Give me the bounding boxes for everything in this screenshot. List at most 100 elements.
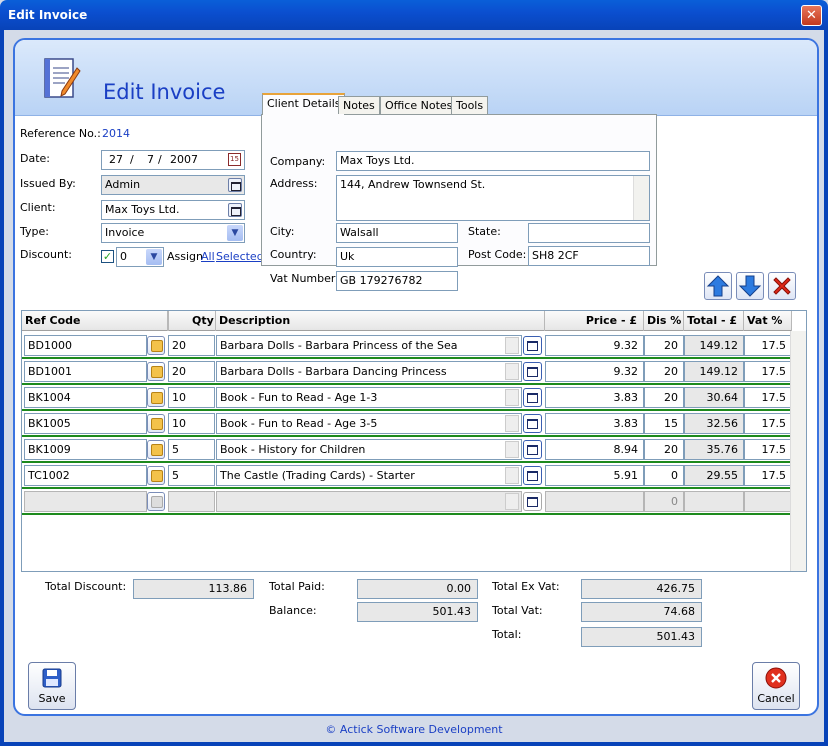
product-lookup-icon[interactable] [147,492,165,511]
vat-cell[interactable]: 17.5 [744,335,792,356]
col-ref-code[interactable]: Ref Code [22,311,168,331]
chevron-down-icon[interactable]: ▼ [146,249,162,265]
assign-selected-link[interactable]: Selected [216,250,264,263]
tab-notes[interactable]: Notes [338,96,380,114]
description-edit-icon[interactable] [523,388,542,407]
price-cell[interactable]: 9.32 [545,335,644,356]
window-close-button[interactable]: ✕ [801,5,822,26]
vat-cell[interactable]: 17.5 [744,387,792,408]
table-row[interactable]: BK1009 5 Book - History for Children 8.94 20… [22,437,792,463]
table-row[interactable]: BK1005 10 Book - Fun to Read - Age 3-5 3.83… [22,411,792,437]
ref-code-cell[interactable]: TC1002 [24,465,147,486]
vat-cell[interactable]: 17.5 [744,465,792,486]
delete-row-button[interactable] [768,272,796,300]
qty-cell[interactable]: 20 [168,335,215,356]
table-row[interactable]: TC1002 5 The Castle (Trading Cards) - Star… [22,463,792,489]
calendar-icon[interactable]: 15 [228,153,241,166]
save-button[interactable]: Save [28,662,76,710]
price-cell[interactable]: 5.91 [545,465,644,486]
discount-cell[interactable]: 20 [644,335,684,356]
table-row[interactable]: BD1000 20 Barbara Dolls - Barbara Princess… [22,333,792,359]
discount-cell[interactable]: 20 [644,387,684,408]
client-field[interactable]: Max Toys Ltd. [101,200,245,220]
qty-cell[interactable]: 10 [168,387,215,408]
qty-cell[interactable]: 20 [168,361,215,382]
vat-cell[interactable]: 17.5 [744,413,792,434]
qty-cell[interactable]: 5 [168,465,215,486]
description-spinner[interactable] [505,467,519,484]
date-month[interactable]: 7 [147,151,154,169]
assign-all-link[interactable]: All [201,250,215,263]
move-up-button[interactable] [704,272,732,300]
vat-cell[interactable]: 17.5 [744,361,792,382]
discount-cell[interactable]: 20 [644,361,684,382]
ref-code-cell[interactable]: BD1001 [24,361,147,382]
col-price[interactable]: Price - £ [545,311,644,331]
product-lookup-icon[interactable] [147,388,165,407]
col-qty[interactable]: Qty [168,311,216,331]
date-day[interactable]: 27 [109,151,123,169]
description-edit-icon[interactable] [523,492,542,511]
cancel-button[interactable]: Cancel [752,662,800,710]
tab-tools[interactable]: Tools [451,96,489,114]
discount-cell[interactable]: 0 [644,465,684,486]
description-spinner[interactable] [505,389,519,406]
description-cell[interactable]: Book - Fun to Read - Age 1-3 [216,387,522,408]
discount-select[interactable]: 0 ▼ [116,247,164,267]
qty-cell[interactable] [168,491,215,512]
product-lookup-icon[interactable] [147,440,165,459]
col-total[interactable]: Total - £ [684,311,744,331]
description-cell[interactable]: Book - Fun to Read - Age 3-5 [216,413,522,434]
table-row[interactable]: 0 [22,489,792,515]
description-edit-icon[interactable] [523,440,542,459]
discount-checkbox[interactable]: ✓ [101,250,114,263]
company-field[interactable]: Max Toys Ltd. [336,151,650,171]
description-cell[interactable]: Barbara Dolls - Barbara Princess of the … [216,335,522,356]
issued-by-lookup-button[interactable] [228,178,242,192]
grid-vertical-scrollbar[interactable] [790,331,806,571]
discount-cell[interactable]: 20 [644,439,684,460]
price-cell[interactable]: 8.94 [545,439,644,460]
qty-cell[interactable]: 5 [168,439,215,460]
move-down-button[interactable] [736,272,764,300]
description-spinner[interactable] [505,363,519,380]
description-edit-icon[interactable] [523,362,542,381]
ref-code-cell[interactable] [24,491,147,512]
description-spinner[interactable] [505,337,519,354]
product-lookup-icon[interactable] [147,466,165,485]
client-lookup-button[interactable] [228,203,242,217]
description-edit-icon[interactable] [523,414,542,433]
date-year[interactable]: 2007 [170,151,198,169]
postcode-field[interactable]: SH8 2CF [528,246,650,266]
vat-cell[interactable] [744,491,792,512]
product-lookup-icon[interactable] [147,336,165,355]
country-field[interactable]: Uk [336,247,458,267]
discount-cell[interactable]: 15 [644,413,684,434]
address-scrollbar[interactable] [633,176,649,220]
address-field[interactable]: 144, Andrew Townsend St. [336,175,650,221]
date-field[interactable]: 27 / 7 / 2007 15 [101,150,245,170]
ref-code-cell[interactable]: BK1004 [24,387,147,408]
price-cell[interactable]: 3.83 [545,413,644,434]
description-cell[interactable]: Barbara Dolls - Barbara Dancing Princess [216,361,522,382]
city-field[interactable]: Walsall [336,223,458,243]
vat-cell[interactable]: 17.5 [744,439,792,460]
ref-code-cell[interactable]: BK1009 [24,439,147,460]
qty-cell[interactable]: 10 [168,413,215,434]
chevron-down-icon[interactable]: ▼ [227,225,243,241]
discount-cell[interactable]: 0 [644,491,684,512]
description-edit-icon[interactable] [523,466,542,485]
product-lookup-icon[interactable] [147,414,165,433]
price-cell[interactable] [545,491,644,512]
vat-number-field[interactable]: GB 179276782 [336,271,458,291]
description-spinner[interactable] [505,415,519,432]
col-discount[interactable]: Dis % [644,311,684,331]
col-description[interactable]: Description [216,311,545,331]
description-spinner[interactable] [505,441,519,458]
ref-code-cell[interactable]: BD1000 [24,335,147,356]
description-cell[interactable] [216,491,522,512]
col-vat[interactable]: Vat % [744,311,792,331]
description-spinner[interactable] [505,493,519,510]
table-row[interactable]: BD1001 20 Barbara Dolls - Barbara Dancing … [22,359,792,385]
price-cell[interactable]: 9.32 [545,361,644,382]
